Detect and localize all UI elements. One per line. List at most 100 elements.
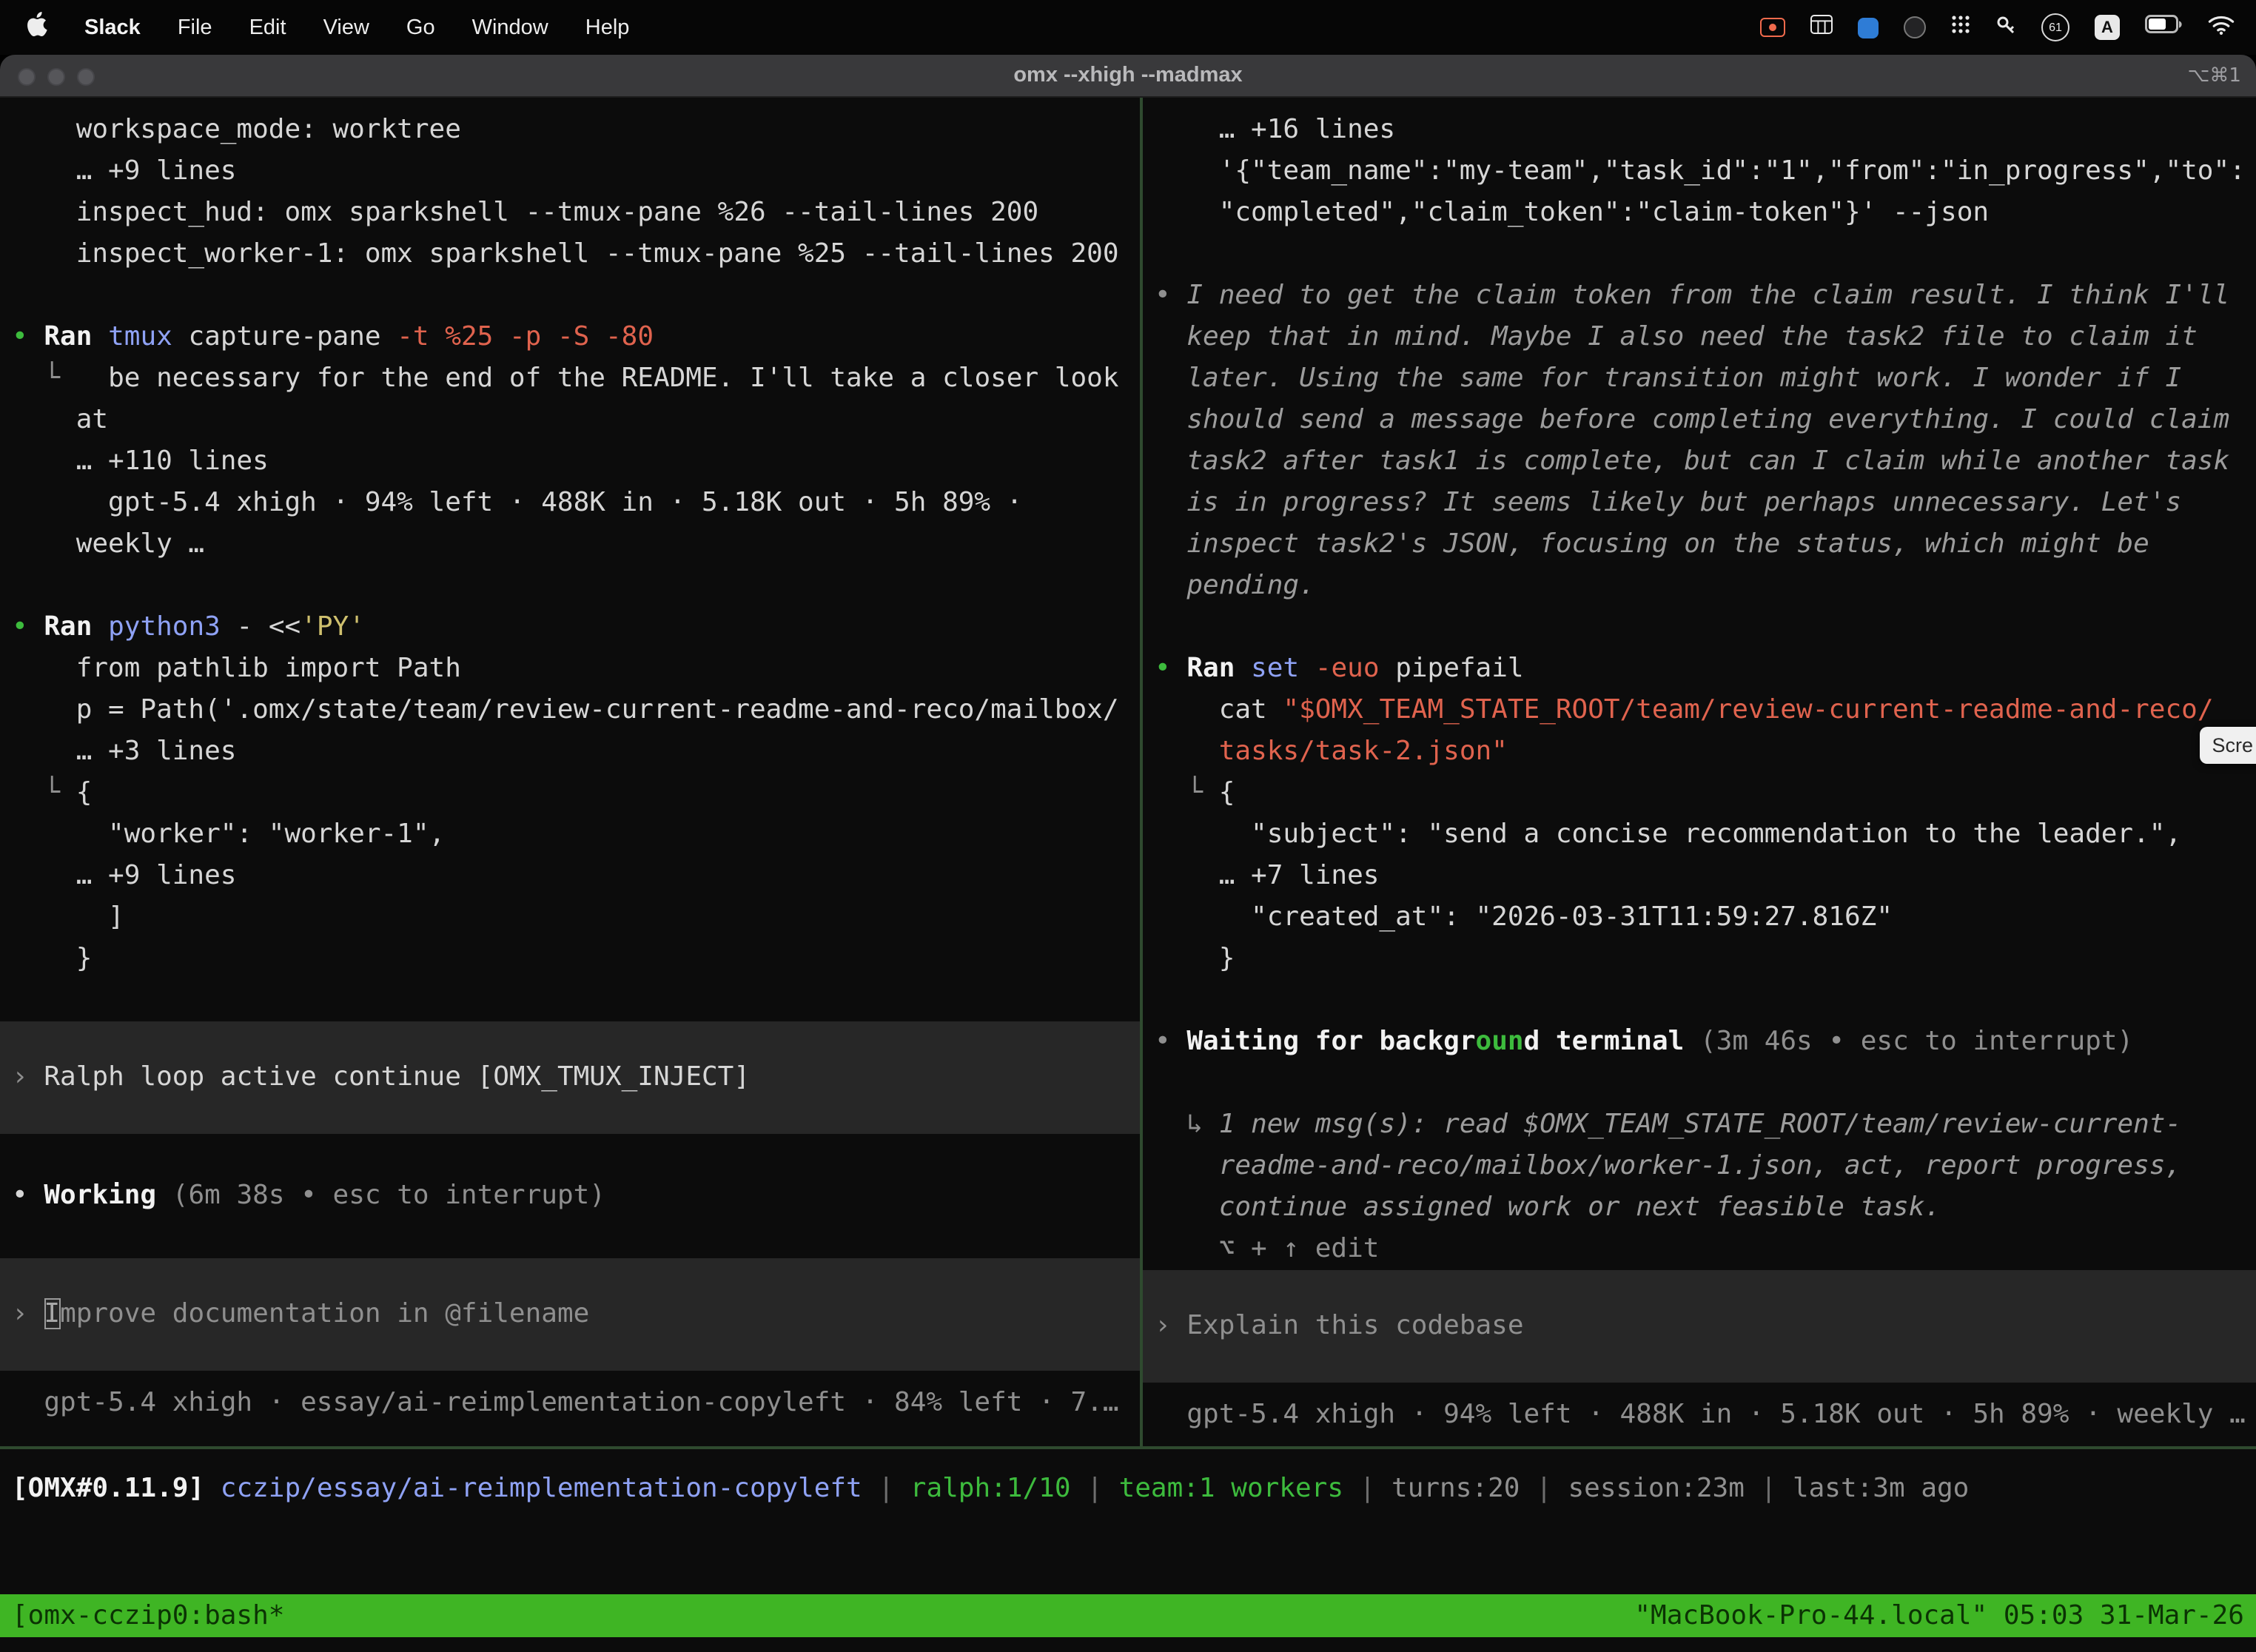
text-segment: team:1 workers — [1119, 1473, 1343, 1504]
terminal-line: cat "$OMX_TEAM_STATE_ROOT/team/review-cu… — [1155, 690, 2256, 731]
text-segment: (3m 46s • esc to interrupt) — [1700, 1026, 2133, 1057]
text-segment: gpt-5.4 xhigh · 94% left · 488K in · 5.1… — [1155, 1399, 2246, 1430]
terminal-line — [1155, 980, 2256, 1021]
model-status-line: gpt-5.4 xhigh · essay/ai-reimplementatio… — [12, 1383, 1140, 1424]
text-segment: | — [862, 1473, 910, 1504]
terminal-line: … +9 lines — [12, 151, 1140, 192]
blue-app-icon[interactable] — [1858, 17, 1879, 38]
terminal-line: inspect task2's JSON, focusing on the st… — [1155, 524, 2256, 565]
text-segment: [OMX#0.11.9] — [12, 1473, 204, 1504]
text-segment: { — [76, 777, 93, 808]
waiting-status: • Waiting for background terminal (3m 46… — [1155, 1021, 2256, 1063]
text-segment: • — [1155, 1026, 1186, 1057]
terminal-line: continue assigned work or next feasible … — [1155, 1187, 2256, 1229]
tmux-host-clock: "MacBook-Pro-44.local" 05:03 31-Mar-26 — [1634, 1600, 2244, 1631]
close-button[interactable] — [18, 67, 36, 85]
key-icon[interactable] — [1995, 14, 2016, 41]
dark-app-icon[interactable] — [1904, 16, 1926, 38]
text-segment: └ — [12, 363, 108, 394]
title-bar[interactable]: omx --xhigh --madmax ⌥⌘1 — [0, 55, 2256, 98]
zoom-button[interactable] — [77, 67, 95, 85]
text-segment: } — [1155, 943, 1235, 974]
battery-icon[interactable] — [2145, 15, 2182, 40]
menu-view[interactable]: View — [323, 16, 369, 39]
text-segment: oun — [1476, 1026, 1524, 1057]
text-segment: … +16 lines — [1155, 114, 1395, 145]
dots-grid-icon[interactable] — [1951, 15, 1970, 40]
terminal-line: … +3 lines — [12, 731, 1140, 773]
terminal-line: … +9 lines — [12, 856, 1140, 897]
input-source-letter: A — [2101, 19, 2113, 36]
text-segment: -euo — [1315, 653, 1395, 684]
text-segment: Explain this codebase — [1186, 1310, 1523, 1341]
thinking-line: • I need to get the claim token from the… — [1155, 275, 2256, 317]
menu-window[interactable]: Window — [472, 16, 548, 39]
working-status: • Working (6m 38s • esc to interrupt) — [12, 1175, 1140, 1217]
text-segment: capture-pane — [172, 321, 397, 352]
text-segment: … +7 lines — [1155, 860, 1379, 891]
terminal-line: readme-and-reco/mailbox/worker-1.json, a… — [1155, 1146, 2256, 1187]
text-segment: "subject": "send a concise recommendatio… — [1155, 819, 2181, 850]
text-segment: weekly … — [12, 528, 204, 560]
terminal-line: should send a message before completing … — [1155, 400, 2256, 441]
terminal-line: "created_at": "2026-03-31T11:59:27.816Z" — [1155, 897, 2256, 939]
text-segment: … +9 lines — [12, 155, 236, 187]
text-segment: } — [12, 943, 92, 974]
text-segment: tmux — [108, 321, 172, 352]
terminal-line: └ be necessary for the end of the README… — [12, 358, 1140, 400]
ralph-loop-notice: › Ralph loop active continue [OMX_TMUX_I… — [0, 1021, 1140, 1134]
text-segment: inspect_worker-1: omx sparkshell --tmux-… — [12, 238, 1119, 269]
text-segment: | — [1745, 1473, 1793, 1504]
text-segment: ralph:1/10 — [910, 1473, 1071, 1504]
terminal-line: later. Using the same for transition mig… — [1155, 358, 2256, 400]
app-menu-title[interactable]: Slack — [84, 16, 141, 39]
text-segment: "worker": "worker-1", — [12, 819, 445, 850]
terminal-line: gpt-5.4 xhigh · 94% left · 488K in · 5.1… — [12, 483, 1140, 524]
terminal-line: task2 after task1 is complete, but can I… — [1155, 441, 2256, 483]
tmux-panes: workspace_mode: worktree … +9 lines insp… — [0, 98, 2256, 1446]
text-segment: Ran — [44, 611, 108, 642]
menu-bar-left: Slack File Edit View Go Window Help — [0, 12, 629, 43]
wifi-icon[interactable] — [2207, 14, 2235, 41]
window-controls — [18, 55, 95, 98]
terminal-line: … +110 lines — [12, 441, 1140, 483]
text-segment: … +9 lines — [12, 860, 236, 891]
text-segment: … +110 lines — [12, 446, 269, 477]
grid-icon[interactable] — [1810, 15, 1833, 40]
text-segment: keep that in mind. Maybe I also need the… — [1155, 321, 2198, 352]
terminal-pane-right[interactable]: … +16 lines '{"team_name":"my-team","tas… — [1143, 98, 2256, 1446]
text-segment: task2 after task1 is complete, but can I… — [1155, 446, 2229, 477]
battery-gauge-icon[interactable]: 61 — [2041, 13, 2069, 41]
text-segment: Waiting for backgr — [1186, 1026, 1475, 1057]
terminal-line — [12, 980, 1140, 1021]
text-segment: later. Using the same for transition mig… — [1155, 363, 2181, 394]
text-segment: should send a message before completing … — [1155, 404, 2229, 435]
screen-recording-icon[interactable] — [1760, 18, 1785, 37]
text-cursor: I — [44, 1298, 60, 1329]
text-segment: d terminal — [1524, 1026, 1700, 1057]
menu-go[interactable]: Go — [406, 16, 435, 39]
text-segment: readme-and-reco/mailbox/worker-1.json, a… — [1155, 1150, 2181, 1181]
menu-edit[interactable]: Edit — [249, 16, 286, 39]
terminal-line: } — [12, 939, 1140, 980]
text-segment: pipefail — [1395, 653, 1523, 684]
apple-menu-icon[interactable] — [27, 12, 47, 43]
menu-help[interactable]: Help — [585, 16, 630, 39]
text-segment: (6m 38s • esc to interrupt) — [172, 1180, 605, 1211]
text-segment: "created_at": "2026-03-31T11:59:27.816Z" — [1155, 901, 1893, 933]
text-segment: Working — [44, 1180, 172, 1211]
menu-bar: Slack File Edit View Go Window Help 61 A — [0, 0, 2256, 55]
terminal-line: … +7 lines — [1155, 856, 2256, 897]
text-segment: | — [1520, 1473, 1568, 1504]
terminal-pane-left[interactable]: workspace_mode: worktree … +9 lines insp… — [0, 98, 1140, 1446]
text-segment — [1155, 736, 1219, 767]
input-source-icon[interactable]: A — [2095, 15, 2120, 40]
terminal-window: omx --xhigh --madmax ⌥⌘1 workspace_mode:… — [0, 55, 2256, 1652]
text-segment: › — [12, 1298, 44, 1329]
tmux-session-label: [omx-cczip0:bash* — [12, 1600, 284, 1631]
prompt-suggestion[interactable]: › Explain this codebase — [1143, 1270, 2256, 1383]
prompt-input[interactable]: › Improve documentation in @filename — [0, 1258, 1140, 1371]
menu-file[interactable]: File — [178, 16, 212, 39]
text-segment: -t %25 -p -S -80 — [397, 321, 654, 352]
minimize-button[interactable] — [47, 67, 65, 85]
